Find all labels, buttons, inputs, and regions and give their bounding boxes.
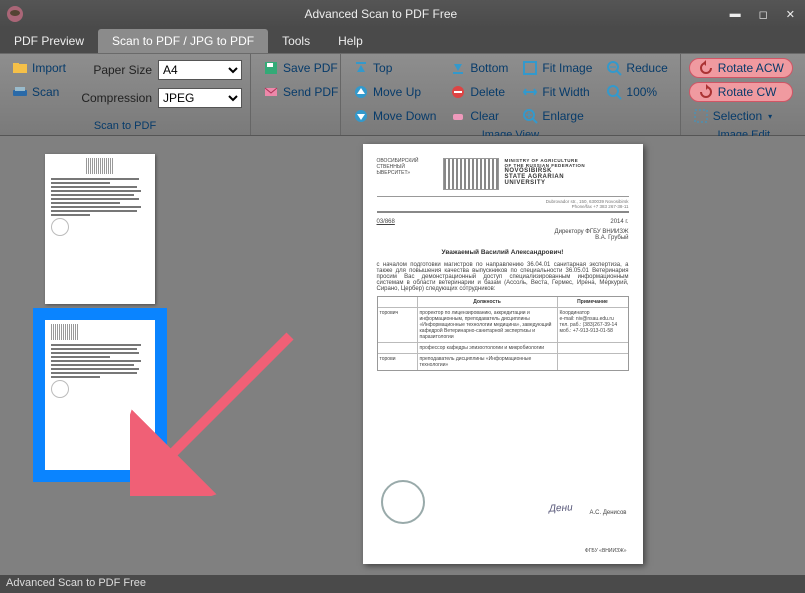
maximize-button[interactable]: ◻ — [759, 8, 768, 21]
eraser-icon — [450, 108, 466, 124]
send-pdf-button[interactable]: Send PDF — [259, 82, 342, 102]
status-text: Advanced Scan to PDF Free — [6, 577, 146, 589]
document-page[interactable]: ОВОСИБИРСКИЙ СТВЕННЫЙ ЫВЕРСИТЕТ» MINISTR… — [363, 144, 643, 564]
rotate-cw-button[interactable]: Rotate CW — [689, 82, 793, 102]
folder-icon — [12, 60, 28, 76]
tab-scan-to-pdf[interactable]: Scan to PDF / JPG to PDF — [98, 29, 268, 53]
clear-button[interactable]: Clear — [446, 106, 512, 126]
selection-icon — [693, 108, 709, 124]
close-button[interactable]: ✕ — [786, 8, 795, 21]
delete-icon — [450, 84, 466, 100]
menu-tools[interactable]: Tools — [268, 29, 324, 53]
reduce-button[interactable]: Reduce — [602, 58, 671, 78]
scan-button[interactable]: Scan — [8, 82, 70, 102]
fit-image-button[interactable]: Fit Image — [518, 58, 596, 78]
compression-select[interactable]: JPEG — [158, 88, 242, 108]
chevron-down-icon: ▾ — [768, 112, 772, 121]
paper-size-select[interactable]: A4 — [158, 60, 242, 80]
bottom-button[interactable]: Bottom — [446, 58, 512, 78]
thumbnail-1[interactable] — [45, 154, 155, 304]
signature: Дени — [549, 502, 573, 514]
paper-size-label: Paper Size — [76, 63, 152, 77]
pct100-button[interactable]: 100% — [602, 82, 671, 102]
send-icon — [263, 84, 279, 100]
ribbon: Import Scan Paper Size A4 Compression JP… — [0, 54, 805, 136]
rotate-acw-icon — [698, 60, 714, 76]
fit-width-icon — [522, 84, 538, 100]
fit-image-icon — [522, 60, 538, 76]
statusbar: Advanced Scan to PDF Free — [0, 575, 805, 593]
bottom-icon — [450, 60, 466, 76]
up-icon — [353, 84, 369, 100]
top-icon — [353, 60, 369, 76]
building-logo-icon — [443, 158, 499, 190]
import-button[interactable]: Import — [8, 58, 70, 78]
titlebar: Advanced Scan to PDF Free ▬ ◻ ✕ — [0, 0, 805, 28]
top-button[interactable]: Top — [349, 58, 440, 78]
menubar: PDF Preview Scan to PDF / JPG to PDF Too… — [0, 28, 805, 54]
app-icon — [6, 5, 24, 23]
seal-icon — [381, 480, 425, 524]
save-icon — [263, 60, 279, 76]
selection-button[interactable]: Selection▾ — [689, 106, 793, 126]
zoom-out-icon — [606, 60, 622, 76]
down-icon — [353, 108, 369, 124]
preview-panel: ОВОСИБИРСКИЙ СТВЕННЫЙ ЫВЕРСИТЕТ» MINISTR… — [200, 136, 805, 575]
group-label-scan: Scan to PDF — [6, 119, 244, 133]
tab-pdf-preview[interactable]: PDF Preview — [0, 29, 98, 53]
workspace: ОВОСИБИРСКИЙ СТВЕННЫЙ ЫВЕРСИТЕТ» MINISTR… — [0, 136, 805, 575]
menu-help[interactable]: Help — [324, 29, 377, 53]
zoom-100-icon — [606, 84, 622, 100]
enlarge-button[interactable]: Enlarge — [518, 106, 596, 126]
delete-button[interactable]: Delete — [446, 82, 512, 102]
move-up-button[interactable]: Move Up — [349, 82, 440, 102]
save-pdf-button[interactable]: Save PDF — [259, 58, 342, 78]
rotate-cw-icon — [698, 84, 714, 100]
compression-label: Compression — [76, 91, 152, 105]
scanner-icon — [12, 84, 28, 100]
fit-width-button[interactable]: Fit Width — [518, 82, 596, 102]
thumbnail-panel — [0, 136, 200, 575]
zoom-in-icon — [522, 108, 538, 124]
rotate-acw-button[interactable]: Rotate ACW — [689, 58, 793, 78]
thumbnail-2[interactable] — [45, 320, 155, 470]
move-down-button[interactable]: Move Down — [349, 106, 440, 126]
window-title: Advanced Scan to PDF Free — [32, 7, 730, 21]
minimize-button[interactable]: ▬ — [730, 8, 741, 21]
